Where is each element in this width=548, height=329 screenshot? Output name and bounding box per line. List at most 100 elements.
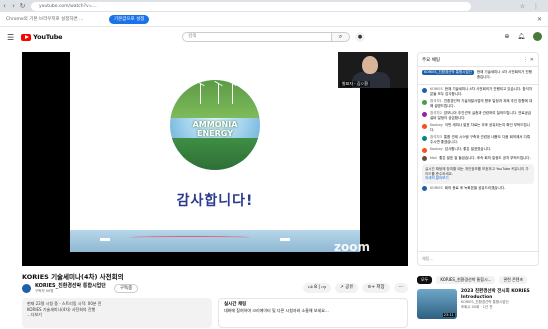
- chat-mode-dropdown[interactable]: 주요 채팅: [422, 57, 440, 63]
- set-default-button[interactable]: 기본값으로 설정: [109, 14, 150, 24]
- description-more[interactable]: ...더보기: [27, 312, 207, 318]
- recommended-stats: 조회수 00회 · 1년 전: [460, 305, 493, 309]
- close-icon[interactable]: ✕: [537, 16, 542, 23]
- default-browser-infobar: Chrome의 기본 브라우저로 설정하면 ... 기본값으로 설정 ✕: [0, 12, 548, 27]
- youtube-masthead: ☰ YouTube 검색 ⌕ ● ⊕ 🔔︎: [0, 28, 548, 46]
- learn-more-link[interactable]: 자세히 알아보기: [425, 176, 531, 181]
- hamburger-menu-icon[interactable]: ☰: [7, 33, 14, 42]
- chat-safety-notice: 실시간 채팅에 참여할 때는 개인정보를 보호하고 YouTube 커뮤니티 가…: [422, 164, 534, 184]
- live-chat-replay-box: 실시간 채팅 대화에 참여하여 크리에이터 및 다른 시청자와 소통해 보세요.…: [218, 298, 408, 328]
- browser-toolbar: ‹ › ↻ youtube.com/watch?v=... ☆ ⋮: [0, 0, 548, 12]
- pinned-message: KORIES_친환경선박 통합시업단 현재 기술세미나 4차 사전회의가 진행 …: [418, 67, 538, 85]
- wind-turbine-icon: [218, 84, 219, 104]
- chat-text: 회의 종료 후 녹화본을 공유드리겠습니다.: [444, 185, 506, 190]
- like-button[interactable]: 👍︎ 8 | 👎︎: [302, 283, 331, 293]
- description-box[interactable]: 현재 23명 시청 중 · 스트리밍 시작: 00분 전 KORIES 기술세미…: [22, 298, 212, 328]
- ammonia-energy-globe: AMMONIA ENERGY: [170, 80, 260, 170]
- chat-avatar[interactable]: [422, 186, 427, 191]
- recommendation-tab[interactable]: 모두: [417, 276, 433, 284]
- chat-avatar[interactable]: [422, 156, 427, 161]
- ship-graphic: [100, 238, 110, 241]
- search-input[interactable]: 검색: [182, 32, 332, 42]
- chat-text: 이번 세미나 발표 자료는 추후 공유되는지 확인 부탁드립니다.: [430, 123, 530, 132]
- tree-icon: [240, 154, 248, 164]
- channel-name[interactable]: KORIES_친환경선박 통합시업단: [35, 282, 106, 289]
- ship-graphic: [280, 238, 290, 241]
- slide-thank-you: 감사합니다!: [176, 193, 254, 209]
- presentation-slide: AMMONIA ENERGY 감사합니다!: [70, 52, 360, 252]
- pinned-channel-badge: KORIES_친환경선박 통합시업단: [422, 70, 474, 75]
- chat-author: 참석자1: [430, 99, 442, 103]
- chat-message: Kooboy 이번 세미나 발표 자료는 추후 공유되는지 확인 부탁드립니다.: [422, 123, 534, 132]
- notifications-icon[interactable]: 🔔︎: [517, 33, 525, 40]
- video-player[interactable]: AMMONIA ENERGY 감사합니다! 발표자 · 김ㅇ환 zoom: [22, 52, 408, 266]
- webcam-label: 발표자 · 김ㅇ환: [340, 81, 370, 87]
- recommendation-tab[interactable]: KORIES_친환경선박 통합시...: [436, 276, 496, 284]
- chat-author: 참석자3: [430, 135, 442, 139]
- create-icon[interactable]: ⊕: [504, 33, 509, 40]
- chat-avatar[interactable]: [422, 111, 427, 117]
- channel-avatar[interactable]: [22, 283, 31, 293]
- forward-icon[interactable]: ›: [9, 0, 18, 12]
- youtube-logo[interactable]: YouTube: [21, 33, 63, 41]
- recommended-video[interactable]: 23:11 2023 친환경선박 전시회 KORIES Introduction…: [417, 289, 539, 325]
- harbor-skyline: [70, 230, 360, 252]
- chat-message: 참석자1 친환경선박 기술개발사업의 향후 일정과 과제 추진 방향에 대해 설명…: [422, 99, 534, 108]
- chat-message: 참석자2 암모니아 추진선박 실증과 관련하여 질의드립니다. 연료공급 설비 일…: [422, 111, 534, 120]
- channel-row: KORIES_친환경선박 통합시업단 구독자 00명 구독중 👍︎ 8 | 👎︎…: [22, 282, 408, 294]
- chat-author: 참석자2: [430, 111, 442, 115]
- save-button[interactable]: ≡+ 저장: [362, 283, 390, 293]
- wind-turbine-icon: [200, 84, 201, 104]
- browser-menu-icon[interactable]: ☆ ⋮: [520, 3, 542, 10]
- address-bar[interactable]: youtube.com/watch?v=...: [31, 1, 471, 11]
- recommended-title[interactable]: 2023 친환경선박 전시회 KORIES Introduction: [461, 289, 539, 300]
- chat-author: Kooboy: [430, 123, 443, 127]
- youtube-play-icon: [21, 33, 32, 41]
- chat-text: 감사합니다. 좋은 발표였습니다.: [444, 147, 492, 151]
- chat-avatar[interactable]: [422, 123, 427, 129]
- chat-avatar[interactable]: [422, 87, 427, 93]
- chat-text: 현재 기술세미나 4차 사전회의가 진행되고 있습니다. 참석자분들 모두 감사…: [430, 87, 533, 96]
- reload-icon[interactable]: ↻: [18, 0, 27, 12]
- chat-header: 주요 채팅 ⋮ ✕: [418, 53, 538, 67]
- logo-text: YouTube: [33, 33, 63, 41]
- search-icon[interactable]: ⌕: [332, 32, 350, 42]
- more-actions-button[interactable]: ···: [393, 283, 408, 293]
- chat-message: 참석자3 통합 관제 시스템 구축과 관련된 내용도 다음 회의에서 다뤄 주시면…: [422, 135, 534, 144]
- chat-message-list: KORIES 현재 기술세미나 4차 사전회의가 진행되고 있습니다. 참석자분들…: [418, 85, 538, 196]
- presenter-webcam: 발표자 · 김ㅇ환: [338, 52, 408, 88]
- chat-message: KORIES 현재 기술세미나 4차 사전회의가 진행되고 있습니다. 참석자분들…: [422, 87, 534, 96]
- microphone-icon[interactable]: ●: [355, 32, 365, 42]
- chat-text: 암모니아 추진선박 실증과 관련하여 질의드립니다. 연료공급 설비 일정이 궁…: [430, 111, 532, 120]
- share-button[interactable]: ↗ 공유: [334, 283, 359, 293]
- chat-text: 통합 관제 시스템 구축과 관련된 내용도 다음 회의에서 다뤄 주시면 좋겠습…: [430, 135, 531, 144]
- video-duration: 23:11: [442, 313, 455, 317]
- live-chat-box-text: 대화에 참여하여 크리에이터 및 다른 시청자와 소통해 보세요...: [224, 307, 329, 313]
- like-count: 8: [314, 285, 317, 290]
- chat-message: Kooboy 감사합니다. 좋은 발표였습니다.: [422, 147, 534, 153]
- chat-message: Mail 좋은 발표 잘 들었습니다. 후속 회의 일정도 공지 부탁드립니다.: [422, 155, 534, 161]
- chat-author: Mail: [430, 155, 438, 160]
- channel-subscribers: 구독자 00명: [35, 289, 54, 293]
- account-avatar[interactable]: [533, 32, 542, 41]
- chat-avatar[interactable]: [422, 99, 427, 105]
- pinned-text: 현재 기술세미나 4차 사전회의가 진행 중입니다.: [476, 70, 532, 79]
- infobar-text: Chrome의 기본 브라우저로 설정하면 ...: [6, 17, 84, 22]
- video-title: KORIES 기술세미나(4차) 사전회의: [22, 273, 124, 281]
- zoom-watermark: zoom: [334, 240, 370, 254]
- subscribe-button[interactable]: 구독중: [113, 283, 139, 293]
- chat-options-icon[interactable]: ⋮ ✕: [523, 57, 534, 63]
- chat-avatar[interactable]: [422, 147, 427, 153]
- recommendation-tab[interactable]: 관련 콘텐츠: [499, 276, 528, 284]
- chat-text: 좋은 발표 잘 들었습니다. 후속 회의 일정도 공지 부탁드립니다.: [439, 155, 531, 160]
- chat-author: Kooboy: [430, 147, 443, 151]
- back-icon[interactable]: ‹: [0, 0, 9, 12]
- chat-message: KORIES 회의 종료 후 녹화본을 공유드리겠습니다.: [422, 185, 534, 191]
- live-chat-panel: 주요 채팅 ⋮ ✕ KORIES_친환경선박 통합시업단 현재 기술세미나 4차…: [417, 52, 539, 266]
- recommendation-tabs: 모두 KORIES_친환경선박 통합시... 관련 콘텐츠: [417, 276, 528, 284]
- chat-avatar[interactable]: [422, 135, 427, 141]
- video-thumbnail[interactable]: 23:11: [417, 289, 457, 319]
- wind-turbine-icon: [232, 84, 233, 104]
- chat-author: KORIES: [430, 185, 443, 190]
- chat-input[interactable]: 채팅...: [418, 251, 538, 265]
